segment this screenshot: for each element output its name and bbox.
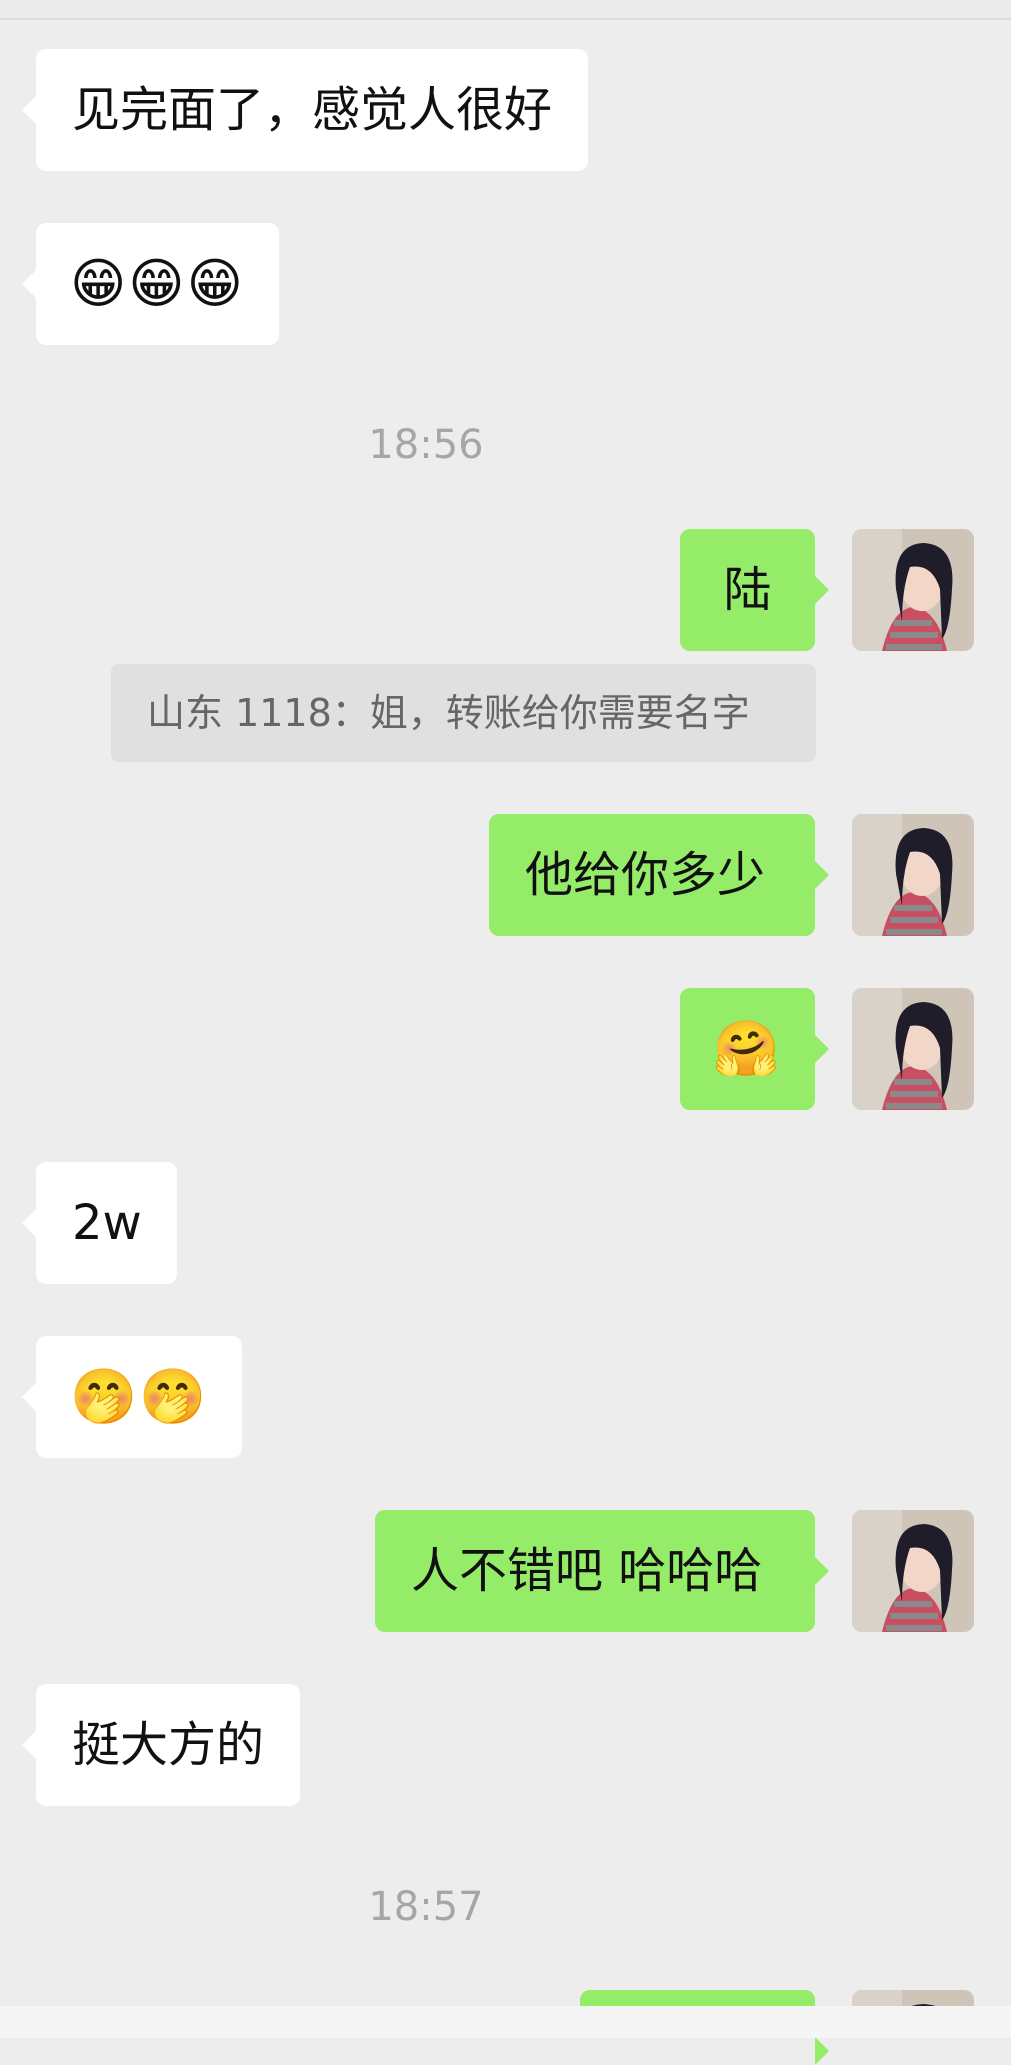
timestamp: 18:57 xyxy=(368,1884,484,1930)
message-text: 2w xyxy=(72,1195,142,1251)
message-bubble-right[interactable]: 陆 xyxy=(680,529,829,651)
message-bubble-left[interactable]: 😁😁😁 xyxy=(22,223,279,345)
message-text: 见完面了，感觉人很好 xyxy=(72,82,553,138)
quoted-text: 山东 1118：姐，转账给你需要名字 xyxy=(147,691,750,735)
user-avatar-icon xyxy=(852,988,974,1110)
top-divider xyxy=(0,0,1011,20)
message-text: 他给你多少 xyxy=(525,847,766,903)
message-bubble-right[interactable]: 他给你多少 xyxy=(489,814,829,936)
message-bubble-left[interactable]: 挺大方的 xyxy=(21,1684,301,1806)
message-text: 挺大方的 xyxy=(72,1717,265,1773)
message-text: 陆 xyxy=(723,562,772,618)
avatar[interactable] xyxy=(852,988,974,1110)
quoted-message[interactable]: 山东 1118：姐，转账给你需要名字 xyxy=(111,664,816,762)
avatar[interactable] xyxy=(852,529,974,651)
message-bubble-left[interactable]: 🤭🤭 xyxy=(21,1336,243,1458)
user-avatar-icon xyxy=(852,529,974,651)
avatar[interactable] xyxy=(852,1510,974,1632)
message-text: 人不错吧 哈哈哈 xyxy=(411,1543,763,1599)
user-avatar-icon xyxy=(852,1510,974,1632)
message-bubble-right[interactable]: 人不错吧 哈哈哈 xyxy=(375,1510,829,1632)
emoji-message: 🤭🤭 xyxy=(70,1365,209,1428)
avatar[interactable] xyxy=(852,814,974,936)
emoji-message: 🤗 xyxy=(712,1017,783,1080)
bottom-bar xyxy=(0,2006,1011,2038)
message-bubble-right[interactable]: 🤗 xyxy=(680,988,829,1110)
timestamp: 18:56 xyxy=(368,422,484,468)
message-bubble-left[interactable]: 见完面了，感觉人很好 xyxy=(21,49,589,171)
message-bubble-left[interactable]: 2w xyxy=(22,1162,177,1284)
user-avatar-icon xyxy=(852,814,974,936)
emoji-message: 😁😁😁 xyxy=(70,252,245,315)
